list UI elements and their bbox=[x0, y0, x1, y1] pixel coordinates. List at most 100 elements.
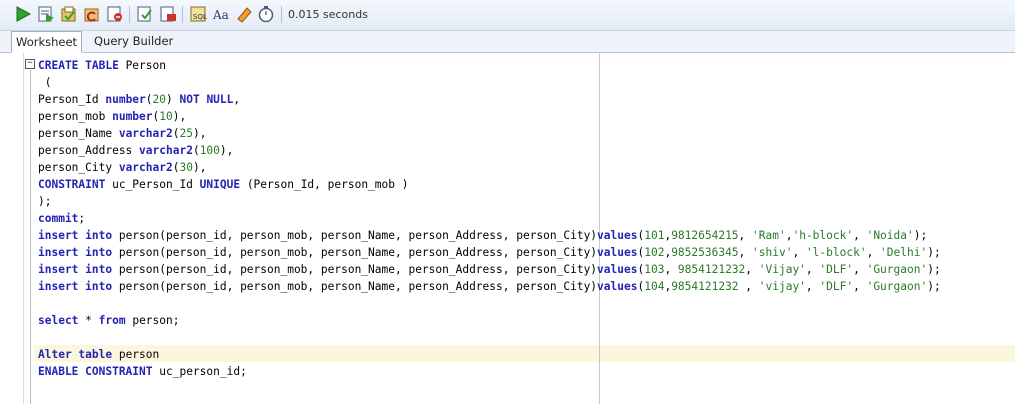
code-token-plain: ( bbox=[145, 93, 153, 106]
code-token-plain: person_Address bbox=[38, 144, 140, 157]
code-line[interactable]: Alter table person bbox=[38, 346, 941, 363]
code-token-kw: CREATE TABLE bbox=[38, 59, 119, 72]
autotrace-icon[interactable]: SQL bbox=[189, 5, 207, 23]
code-token-plain: person; bbox=[125, 314, 180, 327]
code-token-plain: , bbox=[805, 263, 820, 276]
tab-worksheet[interactable]: Worksheet bbox=[11, 31, 83, 53]
code-token-plain: person_mob bbox=[38, 110, 113, 123]
code-line[interactable]: person_mob number(10), bbox=[38, 108, 941, 125]
toolbar-separator bbox=[129, 6, 130, 23]
code-token-plain: uc_Person_Id bbox=[105, 178, 200, 191]
code-line[interactable]: insert into person(person_id, person_mob… bbox=[38, 278, 941, 295]
code-token-plain: , bbox=[664, 263, 678, 276]
code-area[interactable]: CREATE TABLE Person (Person_Id number(20… bbox=[38, 57, 941, 380]
eraser-icon[interactable] bbox=[235, 5, 253, 23]
code-token-num: 101 bbox=[644, 229, 665, 242]
code-token-str: 'DLF' bbox=[819, 280, 854, 293]
code-line[interactable]: person_City varchar2(30), bbox=[38, 159, 941, 176]
code-token-plain: , bbox=[738, 280, 759, 293]
code-token-plain: ) bbox=[166, 93, 180, 106]
code-token-str: 'DLF' bbox=[819, 263, 854, 276]
code-token-kw: insert into bbox=[38, 246, 113, 259]
code-token-str: 'Noida' bbox=[866, 229, 914, 242]
code-line[interactable]: Person_Id number(20) NOT NULL, bbox=[38, 91, 941, 108]
tab-bar: Worksheet Query Builder bbox=[0, 31, 1015, 53]
code-line[interactable]: insert into person(person_id, person_mob… bbox=[38, 227, 941, 244]
tab-query-builder[interactable]: Query Builder bbox=[90, 31, 177, 51]
code-token-kw: insert into bbox=[38, 229, 113, 242]
code-token-kw: UNIQUE bbox=[199, 178, 241, 191]
code-token-plain: person_Name bbox=[38, 127, 119, 140]
code-token-kw: insert into bbox=[38, 280, 113, 293]
code-line[interactable]: select * from person; bbox=[38, 312, 941, 329]
code-token-num: 25 bbox=[179, 127, 193, 140]
run-script-icon[interactable] bbox=[37, 5, 55, 23]
code-token-kw: ENABLE CONSTRAINT bbox=[38, 365, 153, 378]
commit-icon[interactable] bbox=[60, 5, 78, 23]
run-statement-icon[interactable] bbox=[14, 5, 32, 23]
code-line[interactable]: commit; bbox=[38, 210, 941, 227]
code-line[interactable]: ( bbox=[38, 74, 941, 91]
code-token-plain: , bbox=[738, 229, 753, 242]
code-line[interactable] bbox=[38, 329, 941, 346]
code-line[interactable] bbox=[38, 295, 941, 312]
code-token-kw: NOT NULL bbox=[179, 93, 234, 106]
code-token-plain: person bbox=[112, 348, 160, 361]
code-token-plain: ( bbox=[38, 76, 52, 89]
code-line[interactable]: ); bbox=[38, 193, 941, 210]
code-token-kw: varchar2 bbox=[118, 161, 173, 174]
code-token-plain: ( bbox=[192, 144, 200, 157]
code-token-plain: ); bbox=[38, 195, 52, 208]
code-line[interactable]: insert into person(person_id, person_mob… bbox=[38, 261, 941, 278]
code-token-plain: ), bbox=[172, 110, 187, 123]
sql-editor[interactable]: − CREATE TABLE Person (Person_Id number(… bbox=[0, 53, 1015, 404]
code-token-str: 'Gurgaon' bbox=[866, 263, 928, 276]
code-token-num: 9854121232 bbox=[671, 280, 739, 293]
code-line[interactable]: person_Address varchar2(100), bbox=[38, 142, 941, 159]
code-token-str: 'Ram' bbox=[752, 229, 786, 242]
code-token-plain: ; bbox=[78, 212, 86, 225]
fold-guide-line bbox=[30, 70, 31, 404]
rollback-icon[interactable] bbox=[83, 5, 101, 23]
code-token-plain: ); bbox=[927, 246, 941, 259]
code-token-plain: , bbox=[853, 229, 867, 242]
code-line[interactable]: CONSTRAINT uc_Person_Id UNIQUE (Person_I… bbox=[38, 176, 941, 193]
svg-text:Aa: Aa bbox=[212, 8, 229, 22]
svg-text:SQL: SQL bbox=[193, 13, 207, 21]
execution-time-label: 0.015 seconds bbox=[288, 8, 368, 21]
toolbar-separator bbox=[182, 6, 183, 23]
format-case-icon[interactable]: Aa bbox=[212, 5, 230, 23]
code-token-str: 'l-block' bbox=[805, 246, 867, 259]
code-token-kw: varchar2 bbox=[118, 127, 173, 140]
code-line[interactable]: insert into person(person_id, person_mob… bbox=[38, 244, 941, 261]
code-token-kw: values bbox=[597, 280, 638, 293]
code-line[interactable]: ENABLE CONSTRAINT uc_person_id; bbox=[38, 363, 941, 380]
code-token-str: 'Vijay' bbox=[758, 263, 806, 276]
code-token-kw: from bbox=[98, 314, 126, 327]
code-token-kw: CONSTRAINT bbox=[38, 178, 106, 191]
code-token-num: 100 bbox=[199, 144, 220, 157]
sql-tuning-icon[interactable] bbox=[136, 5, 154, 23]
code-token-plain: , bbox=[745, 263, 759, 276]
code-token-plain: ); bbox=[927, 280, 941, 293]
timer-icon[interactable] bbox=[257, 5, 275, 23]
code-token-num: 30 bbox=[179, 161, 193, 174]
code-token-plain: person(person_id, person_mob, person_Nam… bbox=[112, 229, 598, 242]
code-token-plain: person(person_id, person_mob, person_Nam… bbox=[112, 246, 598, 259]
code-line[interactable]: person_Name varchar2(25), bbox=[38, 125, 941, 142]
cancel-icon[interactable] bbox=[106, 5, 124, 23]
code-token-kw: insert into bbox=[38, 263, 113, 276]
code-token-kw: commit bbox=[38, 212, 79, 225]
code-token-plain: , bbox=[866, 246, 881, 259]
code-token-kw: varchar2 bbox=[139, 144, 193, 157]
code-token-kw: number bbox=[112, 110, 153, 123]
code-token-num: 9854121232 bbox=[677, 263, 746, 276]
code-token-plain: ); bbox=[927, 263, 941, 276]
code-line[interactable]: CREATE TABLE Person bbox=[38, 57, 941, 74]
code-token-str: 'Gurgaon' bbox=[866, 280, 928, 293]
fold-collapse-icon[interactable]: − bbox=[25, 59, 35, 69]
code-token-kw: values bbox=[597, 263, 638, 276]
explain-plan-icon[interactable] bbox=[159, 5, 177, 23]
code-token-num: 102 bbox=[644, 246, 665, 259]
code-token-str: 'vijay' bbox=[758, 280, 806, 293]
